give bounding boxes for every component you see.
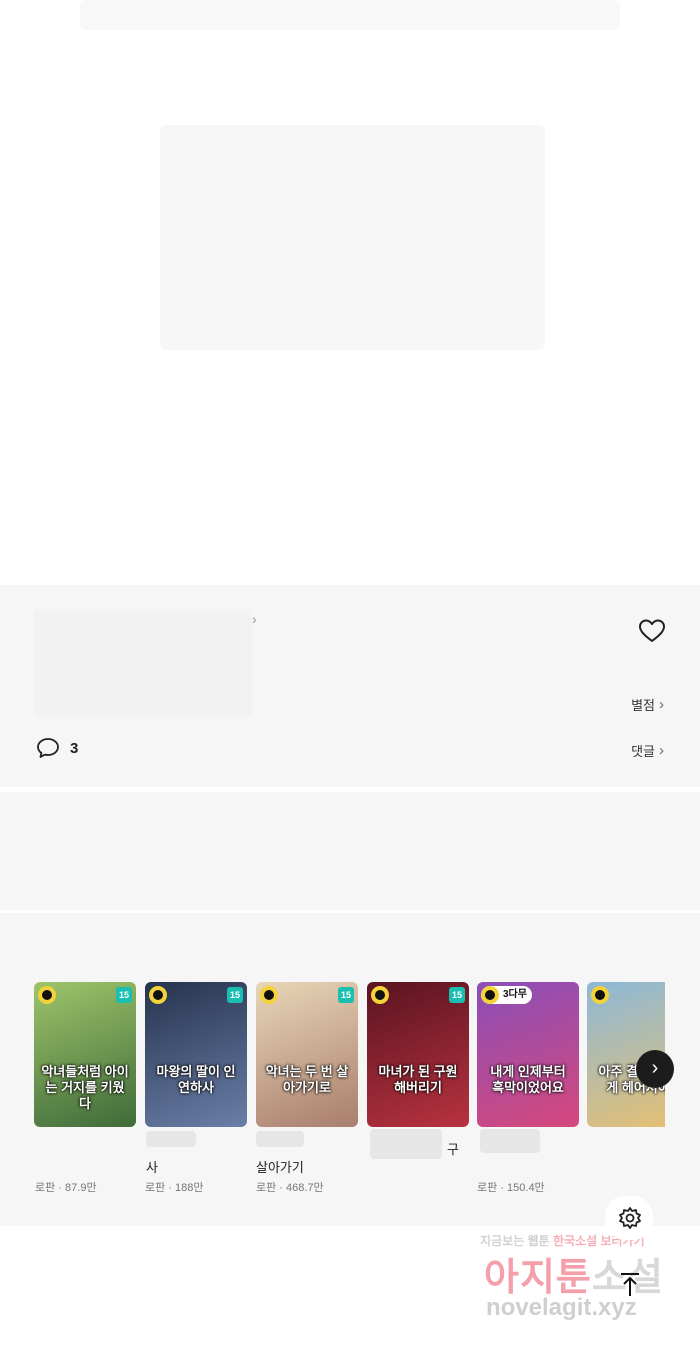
genre-label: 로판 bbox=[256, 1182, 277, 1194]
rating-link-label: 별점 bbox=[631, 698, 655, 713]
view-count: 87.9만 bbox=[65, 1182, 97, 1194]
blurred-ad-area bbox=[160, 125, 545, 350]
recommendation-card[interactable]: 15 마녀가 된 구원해버리기 bbox=[367, 982, 469, 1127]
view-count: 468.7만 bbox=[286, 1182, 324, 1194]
settings-button[interactable] bbox=[605, 1196, 653, 1240]
chevron-right-icon: › bbox=[659, 696, 664, 713]
comment-count-button[interactable]: 3 bbox=[36, 737, 78, 759]
cover-image bbox=[145, 982, 247, 1127]
watermark: 지금보는 웹툰 한국소설 보러가기 아지툰소설 novelagit.xyz bbox=[470, 1232, 685, 1332]
blurred-title-chip bbox=[146, 1131, 196, 1147]
genre-label: 로판 bbox=[35, 1182, 56, 1194]
blurred-title-area[interactable] bbox=[34, 609, 252, 717]
chevron-right-icon: › bbox=[651, 1057, 659, 1079]
age-rating-badge: 15 bbox=[449, 987, 465, 1003]
gear-icon bbox=[605, 1196, 653, 1240]
cover-title: 악녀들처럼 아이는 거지를 키웠다 bbox=[41, 1064, 129, 1111]
cover-title: 악녀는 두 번 살아가기로 bbox=[265, 1064, 349, 1095]
recommendation-panel: 15 악녀들처럼 아이는 거지를 키웠다 15 마왕의 딸이 인연하사 15 악… bbox=[0, 913, 700, 1226]
chevron-right-icon: › bbox=[659, 742, 664, 759]
genre-label: 로판 bbox=[145, 1182, 166, 1194]
title-chevron-icon: › bbox=[252, 611, 257, 627]
blurred-section bbox=[0, 792, 700, 910]
arrow-up-to-top-icon bbox=[621, 1273, 639, 1296]
clock-icon bbox=[591, 986, 609, 1004]
watermark-text: 아지툰 bbox=[484, 1257, 592, 1299]
cover-title: 마왕의 딸이 인연하사 bbox=[156, 1064, 236, 1095]
clock-icon bbox=[371, 986, 389, 1004]
clock-icon bbox=[38, 986, 56, 1004]
card-title: 살아가기 bbox=[256, 1160, 304, 1175]
age-rating-badge: 15 bbox=[116, 987, 132, 1003]
scroll-to-top-button[interactable] bbox=[612, 1266, 648, 1302]
comment-link[interactable]: 댓글 › bbox=[631, 741, 664, 760]
age-rating-badge: 15 bbox=[227, 987, 243, 1003]
clock-icon bbox=[481, 986, 499, 1004]
clock-icon bbox=[149, 986, 167, 1004]
view-count: 188만 bbox=[175, 1182, 204, 1194]
view-count: 150.4만 bbox=[507, 1182, 545, 1194]
comment-link-label: 댓글 bbox=[631, 744, 655, 759]
age-rating-badge: 15 bbox=[338, 987, 354, 1003]
recommendation-carousel: 15 악녀들처럼 아이는 거지를 키웠다 15 마왕의 딸이 인연하사 15 악… bbox=[34, 982, 665, 1142]
cover-title: 내게 인제부터 흑막이었어요 bbox=[490, 1064, 566, 1095]
card-stats: 로판 · 87.9만 bbox=[35, 1182, 97, 1194]
recommendation-card[interactable]: 3다무 내게 인제부터 흑막이었어요 bbox=[477, 982, 579, 1127]
cover-image bbox=[367, 982, 469, 1127]
blurred-top-strip bbox=[80, 0, 620, 30]
recommendation-card[interactable]: 15 악녀는 두 번 살아가기로 bbox=[256, 982, 358, 1127]
blurred-title-chip bbox=[480, 1129, 540, 1153]
genre-label: 로판 bbox=[477, 1182, 498, 1194]
card-stats: 로판 · 150.4만 bbox=[477, 1182, 545, 1194]
card-title: 구 bbox=[447, 1142, 459, 1157]
carousel-next-button[interactable]: › bbox=[636, 1050, 674, 1088]
blurred-title-chip bbox=[256, 1131, 304, 1147]
card-stats: 로판 · 468.7만 bbox=[256, 1182, 324, 1194]
episode-info-panel: › 별점 › 3 댓글 › bbox=[0, 585, 700, 787]
speech-bubble-icon bbox=[37, 738, 59, 758]
comment-count: 3 bbox=[70, 739, 79, 757]
recommendation-card[interactable]: 15 마왕의 딸이 인연하사 bbox=[145, 982, 247, 1127]
blurred-title-chip bbox=[370, 1129, 442, 1159]
cover-title: 마녀가 된 구원해버리기 bbox=[378, 1064, 458, 1095]
rating-link[interactable]: 별점 › bbox=[631, 695, 664, 714]
favorite-button[interactable] bbox=[638, 618, 666, 644]
heart-outline-icon bbox=[639, 619, 665, 642]
recommendation-card[interactable]: 15 악녀들처럼 아이는 거지를 키웠다 bbox=[34, 982, 136, 1127]
cover-image bbox=[256, 982, 358, 1127]
clock-icon bbox=[260, 986, 278, 1004]
card-title: 사 bbox=[146, 1160, 158, 1175]
card-stats: 로판 · 188만 bbox=[145, 1182, 204, 1194]
